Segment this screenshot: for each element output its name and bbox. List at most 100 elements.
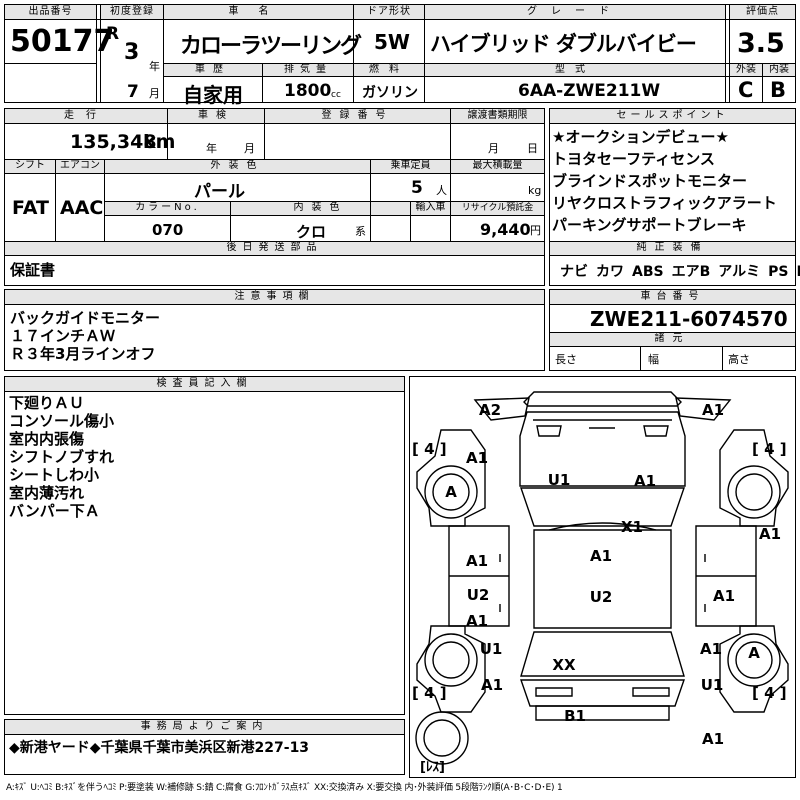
note-line: バックガイドモニター — [10, 309, 161, 327]
mark-a1-door-left-front: A1 — [465, 552, 489, 570]
mark-wheel-rear-right: A — [748, 644, 760, 662]
era: R — [106, 24, 120, 44]
inspector-line: 室内薄汚れ — [9, 484, 85, 502]
reg-year-unit: 年 — [149, 60, 160, 73]
import-label: 輸入車 — [415, 202, 446, 213]
equip-abs: ABS — [632, 264, 664, 280]
inspector-line: バンパー下Ａ — [9, 502, 100, 520]
mark-u1-rear-right: U1 — [700, 676, 724, 694]
ac-label: エアコン — [60, 160, 100, 171]
notes-list: バックガイドモニター １７インチＡＷ Ｒ３年3月ラインオフ — [10, 309, 160, 363]
recycle-label: リサイクル預託金 — [461, 203, 534, 213]
grade-label: グレード — [527, 6, 623, 17]
equipment-label: 純正装備 — [636, 242, 709, 253]
spare-tire-label: [ﾚｽ] — [420, 760, 445, 775]
inspector-line: シフトノブすれ — [9, 448, 115, 466]
mark-a1-door-right-rear: A1 — [712, 587, 736, 605]
model: 6AA-ZWE211W — [518, 81, 661, 101]
width-label: 幅 — [648, 353, 659, 366]
mileage-label: 走行 — [64, 110, 108, 121]
max-load-label: 最大積載量 — [472, 160, 523, 171]
sales-point: ★オークションデビュー★ — [552, 128, 729, 146]
score-label: 評価点 — [746, 6, 779, 17]
interior-grade: B — [770, 78, 787, 102]
model-label: 型式 — [555, 64, 595, 75]
mark-u2-door-left-rear: U2 — [466, 586, 490, 604]
mark-a1-door-right-front: A1 — [758, 525, 782, 543]
displacement-unit: cc — [331, 90, 341, 100]
inspection-label: 車検 — [198, 110, 234, 121]
chassis-number: ZWE211-6074570 — [590, 307, 788, 331]
note-line: １７インチＡＷ — [10, 327, 116, 345]
shift: FAT — [12, 197, 49, 219]
mark-a1-door-left-lower: A1 — [465, 612, 489, 630]
mark-a1-quarter-right: A1 — [699, 640, 723, 658]
interior-label: 内装 — [769, 64, 789, 75]
car-outline-diagram — [415, 391, 789, 765]
later-parts: 保証書 — [10, 261, 56, 279]
tire-front-left: [ 4 ] — [412, 440, 447, 458]
later-parts-label: 後日発送部品 — [226, 242, 323, 253]
mark-a1-roof: A1 — [589, 547, 613, 565]
mark-a1-rear-left: A1 — [480, 676, 504, 694]
equipment-list: ナビカワ ABS エアB アルミ PS PW — [560, 261, 800, 281]
int-color-unit: 系 — [355, 225, 366, 238]
color: パール — [194, 182, 245, 202]
inspector-line: コンソール傷小 — [9, 412, 115, 430]
capacity: 5 — [411, 178, 423, 198]
mark-u1-quarter-left: U1 — [479, 640, 503, 658]
insp-year-unit: 年 — [206, 142, 217, 155]
height-label: 高さ — [728, 353, 750, 366]
inspector-line: 室内内張傷 — [9, 430, 85, 448]
inspector-list: 下廻りＡＵ コンソール傷小 室内内張傷 シフトノブすれ シートしわ小 室内薄汚れ… — [9, 394, 114, 520]
mark-x1-windshield: X1 — [620, 518, 644, 536]
mileage-unit: km — [143, 131, 176, 153]
office-label: 事務局よりご案内 — [140, 721, 269, 732]
color-label: 外装色 — [210, 160, 265, 171]
mark-wheel-front-left: A — [445, 483, 457, 501]
color-no: 070 — [152, 221, 184, 239]
door-label: ドア形状 — [367, 6, 411, 17]
car-name: カローラツーリング — [180, 34, 362, 59]
length-label: 長さ — [555, 353, 577, 366]
mark-a1-fender-left: A1 — [465, 449, 489, 467]
mark-u1-hood: U1 — [547, 471, 571, 489]
history-label: 車歴 — [195, 64, 231, 75]
legend: A:ｷｽﾞ U:ﾍｺﾐ B:ｷｽﾞを伴うﾍｺﾐ P:要塗装 W:補修跡 S:錆 … — [6, 783, 563, 793]
reg-month-unit: 月 — [149, 87, 160, 100]
equip-ps: PS — [768, 264, 789, 280]
fuel-label: 燃料 — [369, 64, 409, 75]
equip-alloy: アルミ — [718, 264, 761, 280]
max-load-unit: kg — [528, 184, 542, 197]
spec-label: 諸元 — [654, 333, 691, 344]
recycle: 9,440 — [480, 220, 531, 239]
tire-rear-right: [ 4 ] — [752, 684, 787, 702]
office-text: ◆新港ヤード◆千葉県千葉市美浜区新港227-13 — [9, 740, 310, 756]
sales-point: リヤクロストラフィックアラート — [552, 194, 777, 212]
lot-number: 50177 — [10, 24, 115, 59]
notes-label: 注意事項欄 — [234, 291, 315, 302]
mark-a1-front-right: A1 — [701, 401, 725, 419]
int-color-label: 内装色 — [293, 202, 348, 213]
exterior-grade: C — [738, 78, 754, 102]
displacement: 1800 — [284, 81, 332, 101]
sales-point: パーキングサポートブレーキ — [552, 216, 747, 234]
sales-point: トヨタセーフティセンス — [552, 150, 715, 168]
exterior-label: 外装 — [736, 64, 756, 75]
mark-a1-hood: A1 — [633, 472, 657, 490]
inspector-line: 下廻りＡＵ — [9, 394, 85, 412]
mark-a1-rear-bottom: A1 — [701, 730, 725, 748]
fuel: ガソリン — [362, 85, 418, 101]
lot-label: 出品番号 — [28, 6, 73, 17]
tire-rear-left: [ 4 ] — [412, 684, 447, 702]
equip-airbag: エアB — [671, 264, 711, 280]
insp-month-unit: 月 — [244, 142, 255, 155]
equip-leather: カワ — [596, 264, 624, 280]
displacement-label: 排気量 — [284, 64, 332, 75]
reg-year: 3 — [124, 40, 140, 65]
shift-label: シフト — [15, 160, 45, 171]
note-line: Ｒ３年3月ラインオフ — [10, 345, 156, 363]
score: 3.5 — [737, 28, 785, 59]
reg-no-label: 登録番号 — [321, 110, 394, 121]
chassis-label: 車台番号 — [640, 291, 705, 302]
